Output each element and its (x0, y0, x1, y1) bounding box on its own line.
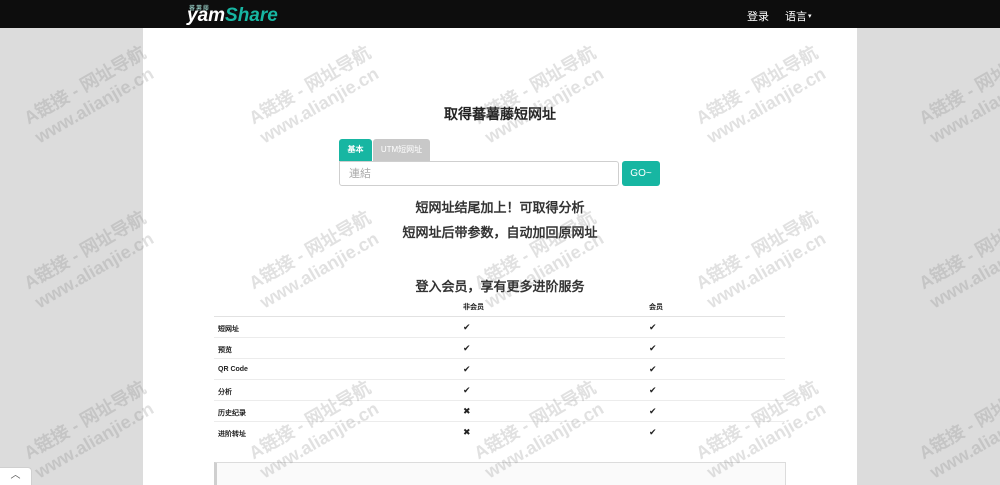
table-row: QR Code ✔ ✔ (214, 359, 785, 380)
feature-name: 短网址 (218, 326, 239, 333)
watermark: A链接 - 网址导航 www.alianjie.cn (20, 377, 158, 483)
top-navbar: 蕃薯藤 yamShare 登录 语言▾ (0, 0, 1000, 28)
feature-name: 历史纪录 (218, 410, 246, 417)
check-icon: ✔ (649, 343, 657, 353)
check-icon: ✔ (649, 385, 657, 395)
logo-wordmark: yamShare (187, 6, 278, 26)
language-menu[interactable]: 语言▾ (785, 8, 812, 24)
check-icon: ✔ (649, 406, 657, 416)
header-non-member: 非会员 (463, 304, 484, 311)
check-icon: ✔ (649, 427, 657, 437)
check-icon: ✔ (463, 322, 471, 332)
caret-down-icon: ▾ (808, 13, 812, 20)
check-icon: ✔ (649, 364, 657, 374)
go-button[interactable]: GO~ (622, 161, 660, 186)
feature-name: 预览 (218, 347, 232, 354)
watermark: A链接 - 网址导航 www.alianjie.cn (915, 377, 1000, 483)
check-icon: ✔ (463, 343, 471, 353)
login-link[interactable]: 登录 (747, 8, 769, 24)
yamshare-logo[interactable]: 蕃薯藤 yamShare (187, 3, 279, 26)
check-icon: ✔ (463, 385, 471, 395)
chevron-up-icon: ︿ (10, 470, 21, 481)
header-member: 会员 (649, 304, 663, 311)
table-row: 历史纪录 ✖ ✔ (214, 401, 785, 422)
page-title: 取得蕃薯藤短网址 (444, 106, 556, 122)
logo-share-text: Share (225, 5, 278, 26)
feature-name: QR Code (218, 366, 248, 373)
info-panel (214, 462, 786, 485)
language-label: 语言 (785, 11, 807, 23)
logo-yam-text: yam (187, 5, 226, 26)
feature-comparison-table: 非会员 会员 短网址 ✔ ✔ 预览 ✔ ✔ QR Code ✔ ✔ 分析 ✔ ✔… (214, 297, 785, 443)
tab-basic[interactable]: 基本 (339, 139, 372, 161)
cross-icon: ✖ (463, 427, 471, 437)
table-row: 短网址 ✔ ✔ (214, 317, 785, 338)
members-title: 登入会员，享有更多进阶服务 (415, 279, 585, 294)
feature-name: 进阶转址 (218, 431, 246, 438)
cross-icon: ✖ (463, 406, 471, 416)
feature-name: 分析 (218, 389, 232, 396)
params-tip: 短网址后带参数，自动加回原网址 (402, 225, 598, 240)
table-header: 非会员 会员 (214, 297, 785, 317)
tab-utm[interactable]: UTM短网址 (373, 139, 430, 161)
check-icon: ✔ (649, 322, 657, 332)
analytics-tip: 短网址结尾加上！可取得分析 (415, 200, 585, 215)
watermark: A链接 - 网址导航 www.alianjie.cn (915, 42, 1000, 148)
watermark: A链接 - 网址导航 www.alianjie.cn (20, 42, 158, 148)
scroll-top-button[interactable]: ︿ (0, 467, 32, 485)
table-row: 分析 ✔ ✔ (214, 380, 785, 401)
check-icon: ✔ (463, 364, 471, 374)
url-input[interactable] (339, 161, 619, 186)
table-row: 预览 ✔ ✔ (214, 338, 785, 359)
table-row: 进阶转址 ✖ ✔ (214, 422, 785, 443)
